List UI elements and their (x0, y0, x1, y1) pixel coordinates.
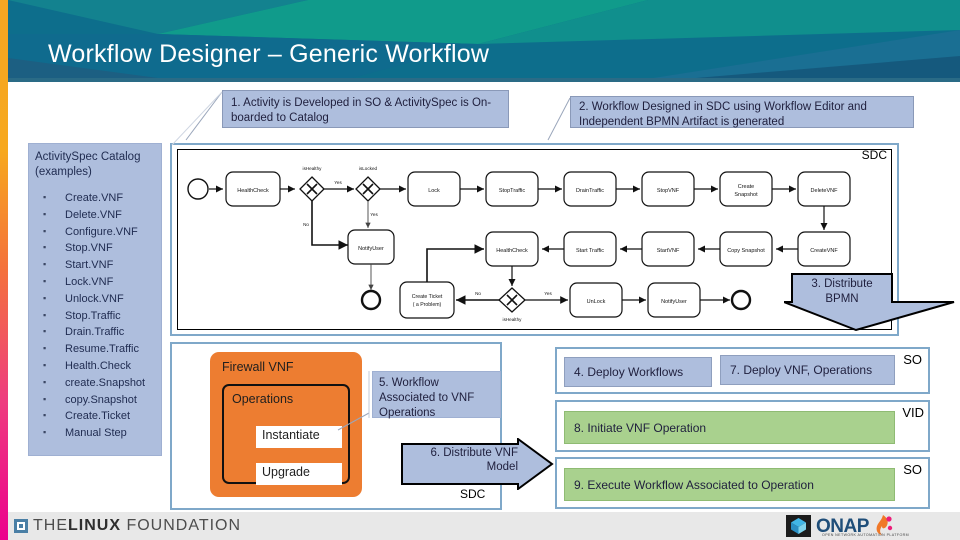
list-item: Create.VNF (35, 189, 155, 207)
system-tag-so-2: SO (903, 462, 922, 477)
callout-step-5: 5. Workflow Associated to VNF Operations (372, 371, 501, 419)
bpmn-flow-label-yes-3: Yes (544, 291, 552, 296)
system-tag-so-1: SO (903, 352, 922, 367)
list-item: Stop.VNF (35, 239, 155, 257)
callout-step-1: 1. Activity is Developed in SO & Activit… (222, 90, 509, 128)
linux-foundation-logo: THELINUX FOUNDATION (14, 512, 241, 540)
chip-initiate-vnf-operation[interactable]: 8. Initiate VNF Operation (564, 411, 895, 444)
bpmn-end-event-1 (360, 289, 382, 311)
list-item: Health.Check (35, 357, 155, 375)
bpmn-flow-label-yes-1: Yes (334, 180, 342, 185)
bpmn-flow-label-no-2: No (475, 291, 481, 296)
bpmn-task-createsnapshot-line1: Create (738, 184, 755, 190)
bpmn-task-healthcheck2: HealthCheck (496, 248, 528, 254)
bpmn-task-createticket-line1: Create Ticket (412, 294, 443, 300)
list-item: Manual Step (35, 424, 155, 442)
firewall-vnf-box: Firewall VNF Operations Instantiate Upgr… (210, 352, 362, 497)
bpmn-task-createticket-line2: ( a Problem) (413, 302, 442, 308)
bpmn-task-lock: Lock (428, 188, 440, 194)
bpmn-gateway-ishealthy-2: isHealthy (503, 317, 523, 322)
bpmn-task-createsnapshot-line2: Snapshot (734, 192, 758, 198)
list-item: Lock.VNF (35, 273, 155, 291)
system-tag-vid: VID (902, 405, 924, 420)
lf-the: THE (33, 517, 68, 534)
operations-title: Operations (232, 392, 294, 406)
list-item: Stop.Traffic (35, 307, 155, 325)
system-tag-sdc-vnf: SDC (460, 487, 486, 501)
system-tag-sdc-bpmn: SDC (861, 148, 887, 162)
distribute-vnf-model-label: 6. Distribute VNF Model (430, 447, 518, 473)
operation-upgrade[interactable]: Upgrade (256, 463, 342, 485)
list-item: Drain.Traffic (35, 323, 155, 341)
chip-deploy-vnf-operations[interactable]: 7. Deploy VNF, Operations (720, 355, 895, 385)
activityspec-catalog-title: ActivitySpec Catalog (examples) (35, 151, 141, 178)
linux-foundation-mark-icon (14, 519, 28, 533)
onap-tagline: OPEN NETWORK AUTOMATION PLATFORM (822, 533, 910, 537)
list-item: create.Snapshot (35, 374, 155, 392)
list-item: Start.VNF (35, 256, 155, 274)
distribute-bpmn-arrow: 3. Distribute BPMN (783, 272, 960, 332)
lf-foundation: FOUNDATION (126, 517, 242, 534)
panel-vid-initiate: 8. Initiate VNF Operation VID (555, 400, 930, 452)
list-item: copy.Snapshot (35, 391, 155, 409)
bpmn-task-notifyuser2: NotifyUser (661, 299, 687, 305)
activityspec-list: Create.VNF Delete.VNF Configure.VNF Stop… (35, 189, 155, 442)
chip-execute-workflow[interactable]: 9. Execute Workflow Associated to Operat… (564, 468, 895, 501)
activityspec-catalog-panel: ActivitySpec Catalog (examples) Create.V… (28, 143, 162, 456)
accent-rail (0, 0, 8, 540)
bpmn-task-startvnf: StartVNF (657, 248, 680, 254)
bpmn-task-createvnf: CreateVNF (810, 248, 838, 254)
bpmn-task-notifyuser1: NotifyUser (358, 246, 384, 252)
onap-cube-icon (786, 515, 811, 537)
operation-instantiate[interactable]: Instantiate (256, 426, 342, 448)
bpmn-task-healthcheck1: HealthCheck (237, 188, 269, 194)
list-item: Delete.VNF (35, 206, 155, 224)
bpmn-task-stoptraffic: StopTraffic (499, 188, 526, 194)
slide-header: Workflow Designer – Generic Workflow (8, 0, 960, 82)
bpmn-task-starttraffic: Start Traffic (576, 248, 604, 254)
firewall-vnf-title: Firewall VNF (222, 360, 294, 374)
list-item: Configure.VNF (35, 223, 155, 241)
chip-deploy-workflows[interactable]: 4. Deploy Workflows (564, 357, 712, 387)
bpmn-task-deletevnf: DeleteVNF (811, 188, 839, 194)
distribute-vnf-model-arrow: 6. Distribute VNF Model (400, 437, 555, 491)
bpmn-start-event (187, 178, 209, 200)
bpmn-flow-label-yes-2: Yes (370, 212, 378, 217)
bpmn-task-draintraffic: DrainTraffic (576, 188, 604, 194)
bpmn-task-unlock: UnLock (587, 299, 606, 305)
bpmn-gateway-islocked: isLocked (359, 166, 378, 171)
linux-foundation-wordmark: THELINUX FOUNDATION (33, 517, 241, 535)
bpmn-task-stopvnf: StopVNF (657, 188, 680, 194)
callout-step-2: 2. Workflow Designed in SDC using Workfl… (570, 96, 914, 128)
header-underline (8, 78, 960, 82)
lf-linux: LINUX (68, 517, 121, 534)
page-title: Workflow Designer – Generic Workflow (48, 40, 490, 68)
panel-so-execute: 9. Execute Workflow Associated to Operat… (555, 457, 930, 509)
bpmn-task-copysnapshot: Copy Snapshot (727, 248, 765, 254)
bpmn-flow-label-no-1: No (303, 222, 309, 227)
bpmn-gateway-ishealthy-1: isHealthy (303, 166, 323, 171)
list-item: Create.Ticket (35, 407, 155, 425)
distribute-bpmn-label: 3. Distribute BPMN (811, 278, 873, 305)
list-item: Unlock.VNF (35, 290, 155, 308)
onap-logo: ONAP OPEN NETWORK AUTOMATION PLATFORM (786, 512, 909, 540)
panel-so-deploy: 4. Deploy Workflows 7. Deploy VNF, Opera… (555, 347, 930, 394)
bpmn-end-event-2 (730, 289, 752, 311)
list-item: Resume.Traffic (35, 340, 155, 358)
